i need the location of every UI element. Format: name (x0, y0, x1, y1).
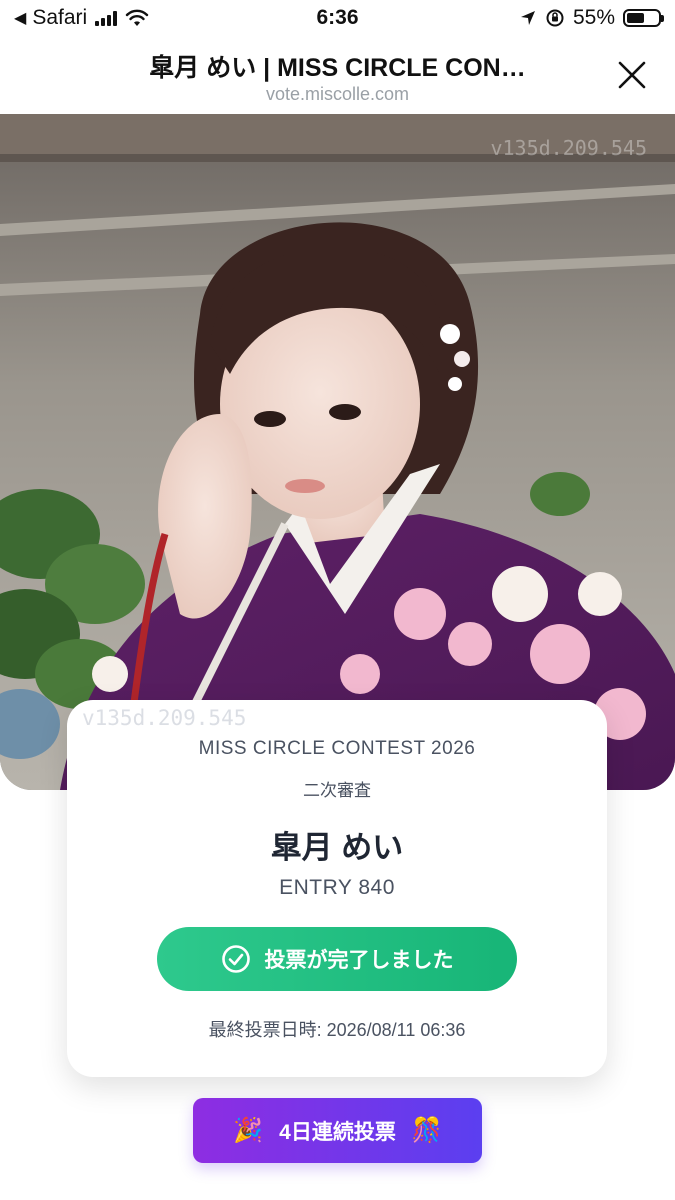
card-watermark: v135d.209.545 (82, 706, 247, 730)
photo-watermark: v135d.209.545 (490, 136, 647, 160)
streak-button[interactable]: 🎉 4日連続投票 🎊 (193, 1098, 482, 1163)
battery-fill (627, 13, 644, 23)
close-icon[interactable] (617, 60, 647, 90)
contest-name: MISS CIRCLE CONTEST 2026 (198, 738, 476, 759)
page-title: 皐月 めい | MISS CIRCLE CON… (149, 54, 526, 82)
entrant-photo: v135d.209.545 (0, 114, 675, 790)
page-url[interactable]: vote.miscolle.com (0, 84, 675, 105)
party-popper-icon: 🎉 (233, 1117, 264, 1144)
battery-percent: 55% (572, 6, 615, 29)
contest-stage: 二次審査 (303, 781, 371, 800)
browser-header: 皐月 めい | MISS CIRCLE CON… vote.miscolle.c… (0, 38, 675, 114)
entrant-name: 皐月 めい (270, 830, 404, 865)
battery-icon (623, 9, 664, 27)
orientation-lock-icon (546, 9, 564, 27)
last-vote-time: 最終投票日時: 2026/08/11 06:36 (208, 1020, 466, 1040)
confetti-ball-icon: 🎊 (411, 1117, 442, 1144)
page: ◀ Safari 6:36 55% 皐月 めい | MISS CIRCLE CO… (0, 0, 675, 1200)
vote-complete-label: 投票が完了しました (264, 949, 454, 972)
status-bar: ◀ Safari 6:36 55% (0, 0, 675, 38)
vote-card: MISS CIRCLE CONTEST 2026 二次審査 皐月 めい ENTR… (67, 700, 607, 1077)
check-circle-icon (221, 945, 250, 973)
vote-complete-button[interactable]: 投票が完了しました (157, 927, 517, 991)
entry-number: ENTRY 840 (279, 876, 395, 899)
streak-label: 4日連続投票 (279, 1120, 396, 1144)
location-icon (520, 11, 535, 25)
status-right: 55% (519, 6, 664, 30)
